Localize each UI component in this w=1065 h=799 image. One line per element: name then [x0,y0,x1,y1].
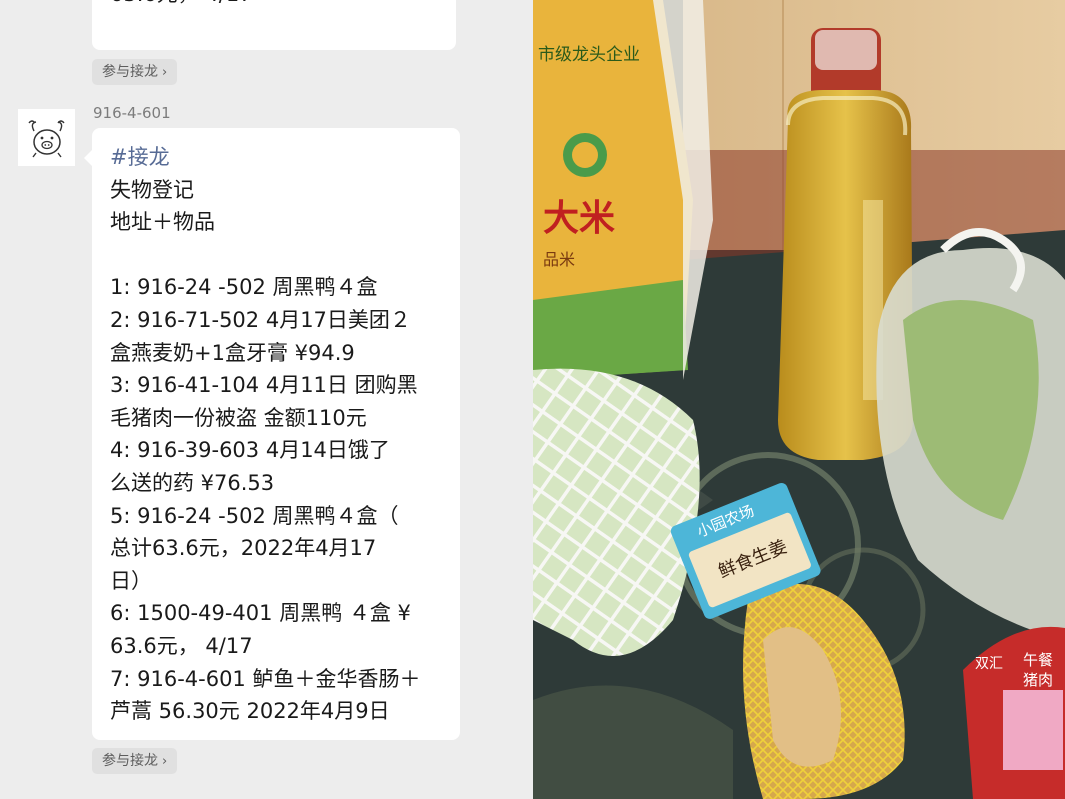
message-line: 毛猪肉一份被盗 金额110元 [110,405,367,430]
message-line: 4: 916-39-603 4月14日饿了 [110,438,390,463]
join-solitaire-button[interactable]: 参与接龙 › [92,748,178,774]
message-line: 1: 916-24 -502 周黑鸭４盒 [110,275,378,300]
message-line: 63.6元， 4/17 [110,633,253,658]
message-line: 7: 916-4-601 鲈鱼＋金华香肠＋ [110,666,421,691]
message-line [110,239,452,272]
rice-bag-label: 市级龙头企业 [538,45,640,65]
can-brand: 双汇 [975,656,1003,672]
sender-name: 916-4-601 [93,104,171,122]
can-text-2: 猪肉 [1023,671,1053,689]
solitaire-message-bubble[interactable]: #接龙 失物登记 地址＋物品 1: 916-24 -502 周黑鸭４盒 2: 9… [84,128,460,740]
pig-doodle-icon [18,109,75,166]
chat-panel: 63.6元， 4/17 参与接龙 › 916-4-601 #接龙 失物登记 地址＋… [0,0,533,799]
previous-message-text: 63.6元， 4/17 [110,0,253,11]
can-text-1: 午餐 [1023,651,1053,669]
message-line: 么送的药 ¥76.53 [110,470,275,495]
message-line: 2: 916-71-502 4月17日美团２ [110,307,411,332]
message-line: 盒燕麦奶+1盒牙膏 ¥94.9 [110,340,355,365]
join-solitaire-label: 参与接龙 [102,64,158,80]
groceries-photo: 市级龙头企业 大米 品米 小园农场 鲜食生姜 双汇 午餐 猪肉 [533,0,1065,799]
chevron-right-icon: › [162,754,168,769]
message-line: 5: 916-24 -502 周黑鸭４盒（ [110,503,399,528]
attached-photo[interactable]: 市级龙头企业 大米 品米 小园农场 鲜食生姜 双汇 午餐 猪肉 [533,0,1065,799]
join-solitaire-label: 参与接龙 [102,753,158,769]
message-line: 日） [110,568,152,593]
message-line: 地址＋物品 [110,210,215,235]
hashtag-link[interactable]: #接龙 [110,141,452,174]
message-line: 3: 916-41-104 4月11日 团购黑 [110,373,418,398]
message-line: 总计63.6元，2022年4月17 [110,536,377,561]
join-solitaire-button[interactable]: 参与接龙 › [92,59,178,85]
rice-brand-text: 大米 [543,198,615,239]
message-line: 芦蒿 56.30元 2022年4月9日 [110,699,390,724]
rice-grade-text: 品米 [543,250,575,269]
message-line: 失物登记 [110,177,194,202]
previous-message-bubble[interactable]: 63.6元， 4/17 [92,0,456,50]
avatar[interactable] [18,109,75,166]
message-body: #接龙 失物登记 地址＋物品 1: 916-24 -502 周黑鸭４盒 2: 9… [110,141,452,728]
message-line: 6: 1500-49-401 周黑鸭 ４盒 ¥ [110,601,411,626]
chevron-right-icon: › [162,65,168,80]
